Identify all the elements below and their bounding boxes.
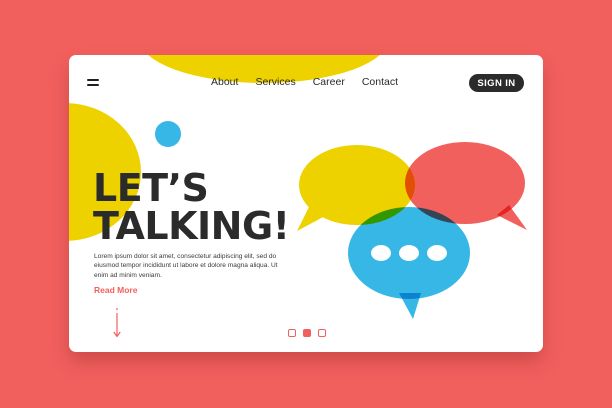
speech-bubbles-group bbox=[297, 142, 527, 319]
speech-bubbles-illustration bbox=[297, 142, 527, 319]
blue-speech-bubble bbox=[348, 207, 470, 319]
landing-page-card: About Services Career Contact SIGN IN LE… bbox=[69, 55, 543, 352]
typing-dots-icon bbox=[371, 245, 447, 261]
